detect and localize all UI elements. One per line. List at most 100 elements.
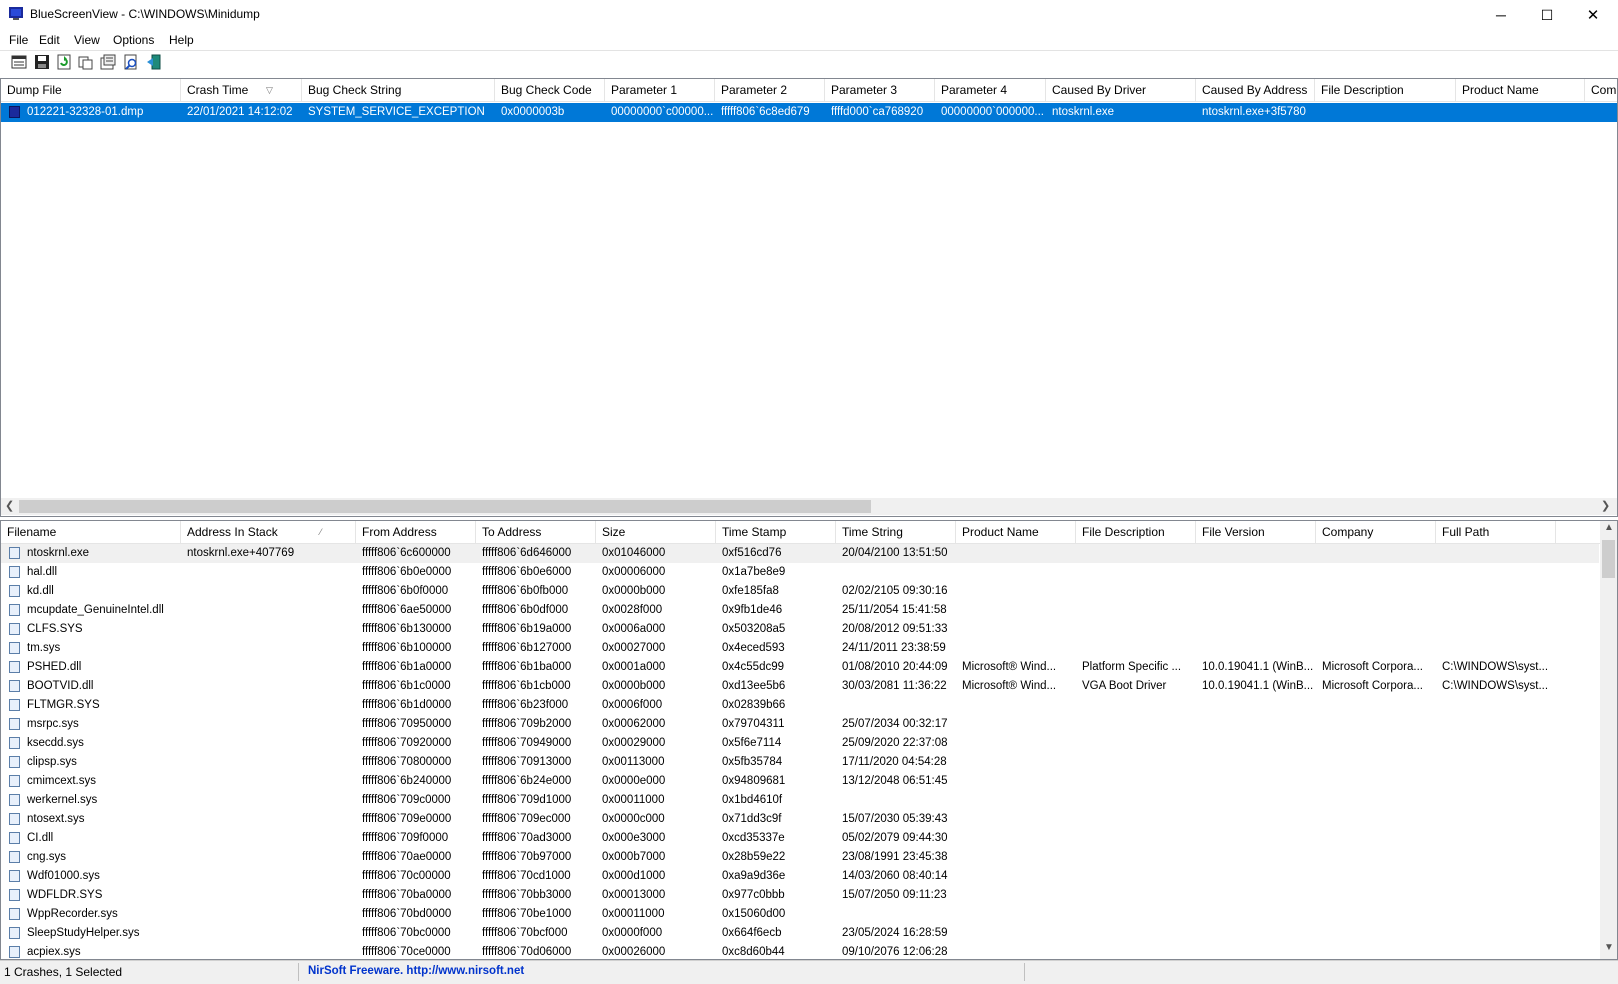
driver-column-full-path[interactable]: Full Path [1436, 521, 1556, 543]
table-row[interactable]: FLTMGR.SYS fffff806`6b1d0000 fffff806`6b23… [1, 696, 1599, 715]
table-row[interactable]: msrpc.sys fffff806`70950000 fffff806`709b2… [1, 715, 1599, 734]
column-header-label: File Description [1321, 83, 1404, 97]
save-icon[interactable] [34, 54, 50, 70]
crash-column-bug-check-code[interactable]: Bug Check Code [495, 79, 605, 101]
properties-icon[interactable] [100, 54, 116, 70]
cell-col-3: fffff806`709b2000 [482, 718, 572, 730]
crash-column-parameter-2[interactable]: Parameter 2 [715, 79, 825, 101]
scroll-right-icon[interactable]: ❯ [1601, 499, 1610, 512]
driver-column-file-description[interactable]: File Description [1076, 521, 1196, 543]
html-report-icon[interactable] [11, 54, 27, 70]
crash-column-com[interactable]: Com [1585, 79, 1617, 101]
minimize-button[interactable]: ─ [1478, 0, 1524, 30]
scroll-left-icon[interactable]: ❮ [5, 499, 14, 512]
cell-col-7 [956, 905, 1076, 924]
table-row[interactable]: WppRecorder.sys fffff806`70bd0000 fffff806… [1, 905, 1599, 924]
crash-column-dump-file[interactable]: Dump File [1, 79, 181, 101]
cell-col-11 [1436, 924, 1556, 943]
menu-view[interactable]: View [74, 33, 100, 47]
cell-col-1 [181, 715, 356, 734]
crash-column-bug-check-string[interactable]: Bug Check String [302, 79, 495, 101]
table-row[interactable]: 012221-32328-01.dmp 22/01/2021 14:12:02 SY… [1, 103, 1617, 122]
cell-col-8 [1076, 829, 1196, 848]
scroll-thumb[interactable] [1602, 540, 1615, 578]
table-row[interactable]: werkernel.sys fffff806`709c0000 fffff806`7… [1, 791, 1599, 810]
table-row[interactable]: acpiex.sys fffff806`70ce0000 fffff806`70d0… [1, 943, 1599, 959]
copy-icon[interactable] [78, 54, 94, 70]
table-row[interactable]: ntosext.sys fffff806`709e0000 fffff806`709… [1, 810, 1599, 829]
table-row[interactable]: kd.dll fffff806`6b0f0000 fffff806`6b0fb000… [1, 582, 1599, 601]
scroll-thumb[interactable] [19, 500, 871, 513]
column-header-label: Company [1322, 525, 1374, 539]
table-row[interactable]: PSHED.dll fffff806`6b1a0000 fffff806`6b1ba… [1, 658, 1599, 677]
table-row[interactable]: tm.sys fffff806`6b100000 fffff806`6b127000… [1, 639, 1599, 658]
find-icon[interactable] [123, 54, 139, 70]
cell-col-1 [181, 734, 356, 753]
cell-col-6: 30/03/2081 11:36:22 [842, 680, 947, 692]
crash-column-parameter-4[interactable]: Parameter 4 [935, 79, 1046, 101]
crash-column-caused-by-address[interactable]: Caused By Address [1196, 79, 1315, 101]
driver-column-address-in-stack[interactable]: Address In Stack ⁄ [181, 521, 356, 543]
table-row[interactable]: mcupdate_GenuineIntel.dll fffff806`6ae500… [1, 601, 1599, 620]
driver-column-file-version[interactable]: File Version [1196, 521, 1316, 543]
cell-col-9 [1196, 943, 1316, 959]
sort-arrow-icon: ⁄ [320, 527, 322, 537]
scroll-down-icon[interactable]: ▼ [1604, 942, 1614, 953]
table-row[interactable]: cmimcext.sys fffff806`6b240000 fffff806`6b… [1, 772, 1599, 791]
cell-col-1 [181, 867, 356, 886]
table-row[interactable]: Wdf01000.sys fffff806`70c00000 fffff806`70… [1, 867, 1599, 886]
menu-help[interactable]: Help [169, 33, 194, 47]
table-row[interactable]: CLFS.SYS fffff806`6b130000 fffff806`6b19a0… [1, 620, 1599, 639]
crash-column-parameter-1[interactable]: Parameter 1 [605, 79, 715, 101]
cell-col-7 [956, 753, 1076, 772]
driver-column-size[interactable]: Size [596, 521, 716, 543]
crash-column-parameter-3[interactable]: Parameter 3 [825, 79, 935, 101]
cell-col-1 [181, 563, 356, 582]
driver-file-icon [9, 756, 20, 768]
table-row[interactable]: WDFLDR.SYS fffff806`70ba0000 fffff806`70bb… [1, 886, 1599, 905]
cell-col-11 [1436, 601, 1556, 620]
driver-column-time-string[interactable]: Time String [836, 521, 956, 543]
driver-column-to-address[interactable]: To Address [476, 521, 596, 543]
close-button[interactable]: ✕ [1570, 0, 1616, 30]
cell-col-4: 0x00013000 [602, 889, 666, 901]
cell-col-5: 0x94809681 [722, 775, 786, 787]
cell-col-5: fffff806`6c8ed679 [721, 106, 810, 118]
driver-list-vscrollbar[interactable]: ▲ ▼ [1600, 521, 1617, 959]
cell-filename: clipsp.sys [27, 756, 77, 768]
driver-column-company[interactable]: Company [1316, 521, 1436, 543]
cell-col-2: fffff806`70c00000 [362, 870, 451, 882]
table-row[interactable]: hal.dll fffff806`6b0e0000 fffff806`6b0e600… [1, 563, 1599, 582]
table-row[interactable]: BOOTVID.dll fffff806`6b1c0000 fffff806`6b1… [1, 677, 1599, 696]
menu-options[interactable]: Options [113, 33, 154, 47]
table-row[interactable]: ksecdd.sys fffff806`70920000 fffff806`7094… [1, 734, 1599, 753]
table-row[interactable]: CI.dll fffff806`709f0000 fffff806`70ad3000… [1, 829, 1599, 848]
table-row[interactable]: SleepStudyHelper.sys fffff806`70bc0000 fff… [1, 924, 1599, 943]
cell-col-8 [1076, 943, 1196, 959]
maximize-button[interactable]: ☐ [1524, 0, 1570, 30]
menu-edit[interactable]: Edit [39, 33, 60, 47]
driver-column-time-stamp[interactable]: Time Stamp [716, 521, 836, 543]
scroll-up-icon[interactable]: ▲ [1604, 522, 1614, 533]
cell-filename: 012221-32328-01.dmp [27, 106, 144, 118]
crash-column-file-description[interactable]: File Description [1315, 79, 1456, 101]
table-row[interactable]: ntoskrnl.exe ntoskrnl.exe+407769 fffff806`… [1, 544, 1599, 563]
crash-list-hscrollbar[interactable]: ❮ ❯ [1, 498, 1617, 515]
refresh-icon[interactable] [56, 54, 72, 70]
table-row[interactable]: cng.sys fffff806`70ae0000 fffff806`70b9700… [1, 848, 1599, 867]
menu-bar: File Edit View Options Help [0, 30, 1618, 50]
crash-column-crash-time[interactable]: Crash Time ▽ [181, 79, 302, 101]
cell-col-2: fffff806`6ae50000 [362, 604, 452, 616]
driver-column-from-address[interactable]: From Address [356, 521, 476, 543]
exit-icon[interactable] [146, 54, 162, 70]
nirsoft-link[interactable]: NirSoft Freeware. http://www.nirsoft.net [308, 965, 524, 977]
cell-col-11 [1436, 829, 1556, 848]
cell-col-4: 0x0000f000 [602, 927, 663, 939]
cell-col-8 [1076, 848, 1196, 867]
menu-file[interactable]: File [9, 33, 28, 47]
driver-column-product-name[interactable]: Product Name [956, 521, 1076, 543]
crash-column-product-name[interactable]: Product Name [1456, 79, 1585, 101]
driver-column-filename[interactable]: Filename [1, 521, 181, 543]
table-row[interactable]: clipsp.sys fffff806`70800000 fffff806`7091… [1, 753, 1599, 772]
crash-column-caused-by-driver[interactable]: Caused By Driver [1046, 79, 1196, 101]
